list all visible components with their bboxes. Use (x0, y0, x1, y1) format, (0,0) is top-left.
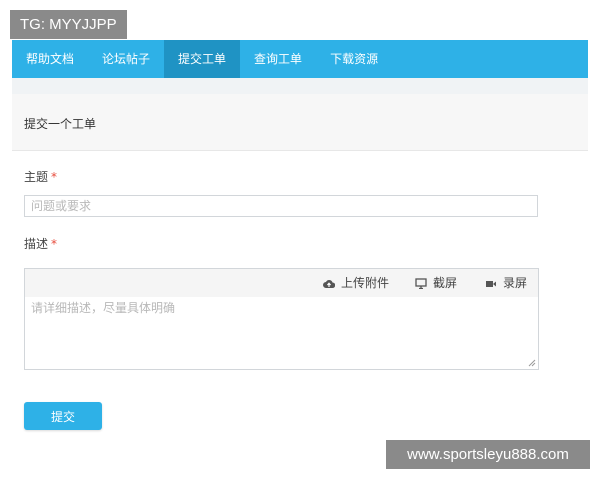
upload-attachment-button[interactable]: 上传附件 (323, 269, 389, 297)
description-editor: 上传附件 截屏 录屏 (24, 268, 539, 370)
subject-label: 主题 * (24, 168, 57, 185)
nav-subbar (12, 78, 588, 94)
panel-header: 提交一个工单 (12, 94, 588, 151)
submit-button[interactable]: 提交 (24, 402, 102, 430)
top-nav: 帮助文档 论坛帖子 提交工单 查询工单 下载资源 (12, 40, 588, 78)
video-camera-icon (486, 281, 496, 287)
description-textarea[interactable] (25, 297, 538, 369)
nav-item-download-resources[interactable]: 下载资源 (316, 40, 392, 78)
nav-item-submit-ticket[interactable]: 提交工单 (164, 40, 241, 78)
watermark-bottom-right: www.sportsleyu888.com (386, 440, 590, 469)
screen-record-label: 录屏 (503, 276, 528, 290)
cloud-upload-icon (323, 280, 336, 288)
nav-item-help-docs[interactable]: 帮助文档 (12, 40, 88, 78)
subject-input[interactable] (24, 195, 538, 217)
description-required-mark: * (51, 237, 58, 251)
monitor-icon (415, 278, 427, 290)
subject-label-text: 主题 (24, 170, 49, 184)
watermark-top-left: TG: MYYJJPP (10, 10, 127, 39)
nav-item-forum-posts[interactable]: 论坛帖子 (88, 40, 164, 78)
description-label: 描述 * (24, 235, 57, 252)
resize-handle-icon[interactable] (528, 359, 536, 367)
nav-item-query-ticket[interactable]: 查询工单 (240, 40, 316, 78)
description-label-text: 描述 (24, 237, 49, 251)
screen-record-button[interactable]: 录屏 (485, 269, 527, 297)
upload-attachment-label: 上传附件 (341, 276, 390, 290)
screenshot-label: 截屏 (433, 276, 458, 290)
panel-title: 提交一个工单 (24, 117, 97, 131)
editor-toolbar: 上传附件 截屏 录屏 (25, 269, 538, 297)
screenshot-button[interactable]: 截屏 (415, 269, 457, 297)
subject-required-mark: * (51, 170, 58, 184)
